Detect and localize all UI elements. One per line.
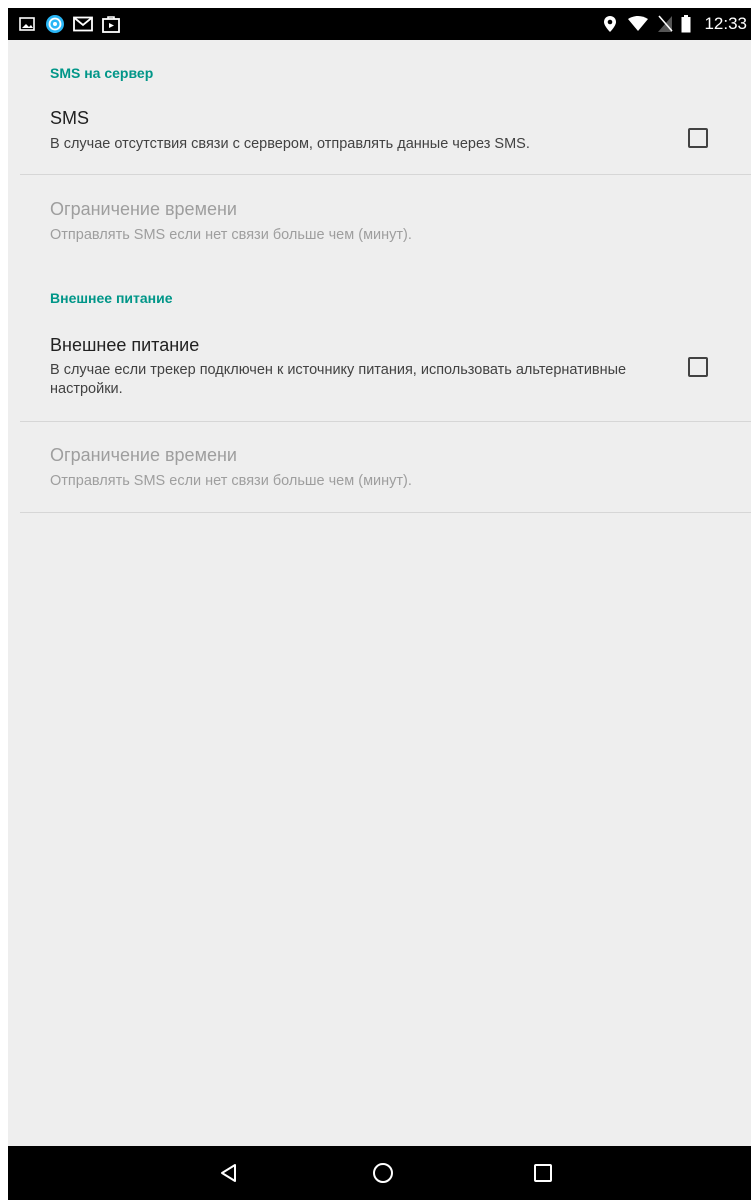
- pref-external-power-summary: В случае если трекер подключен к источни…: [50, 362, 627, 397]
- divider: [20, 174, 751, 175]
- pref-time-limit-title: Ограничение времени: [50, 199, 237, 219]
- shop-bag-icon: [100, 14, 122, 34]
- divider: [20, 512, 751, 513]
- pref-external-power[interactable]: Внешнее питание В случае если трекер под…: [8, 324, 751, 420]
- clock: 12:33: [704, 14, 747, 33]
- back-icon[interactable]: [214, 1158, 244, 1188]
- status-bar: 12:33: [8, 8, 751, 40]
- no-sim-icon: [656, 14, 674, 34]
- navigation-bar: [8, 1146, 751, 1200]
- home-icon[interactable]: [368, 1158, 398, 1188]
- pref-sms-title: SMS: [50, 108, 90, 128]
- location-app-icon: [44, 14, 66, 34]
- divider: [20, 421, 751, 422]
- category-external-power: Внешнее питание: [50, 290, 173, 306]
- pref-time-limit-sms[interactable]: Ограничение времени Отправлять SMS если …: [8, 184, 751, 264]
- image-icon: [18, 14, 36, 34]
- mail-icon: [72, 14, 94, 34]
- wifi-icon: [626, 14, 650, 34]
- pref-external-power-title: Внешнее питание: [50, 335, 200, 355]
- pref-time-limit-power[interactable]: Ограничение времени Отправлять SMS если …: [8, 430, 751, 512]
- recents-icon[interactable]: [528, 1158, 558, 1188]
- pref-time-limit-title: Ограничение времени: [50, 445, 237, 465]
- pref-sms[interactable]: SMS В случае отсутствия связи с сервером…: [8, 100, 751, 176]
- pref-sms-summary: В случае отсутствия связи с сервером, от…: [50, 136, 530, 152]
- sms-checkbox[interactable]: [688, 128, 708, 148]
- settings-screen: 12:33 SMS на сервер SMS В случае отсутст…: [8, 8, 751, 1200]
- category-sms-to-server: SMS на сервер: [50, 65, 154, 81]
- location-pin-icon: [602, 14, 618, 34]
- external-power-checkbox[interactable]: [688, 357, 708, 377]
- battery-icon: [680, 14, 692, 34]
- pref-time-limit-summary: Отправлять SMS если нет связи больше чем…: [50, 473, 412, 489]
- pref-time-limit-summary: Отправлять SMS если нет связи больше чем…: [50, 227, 412, 243]
